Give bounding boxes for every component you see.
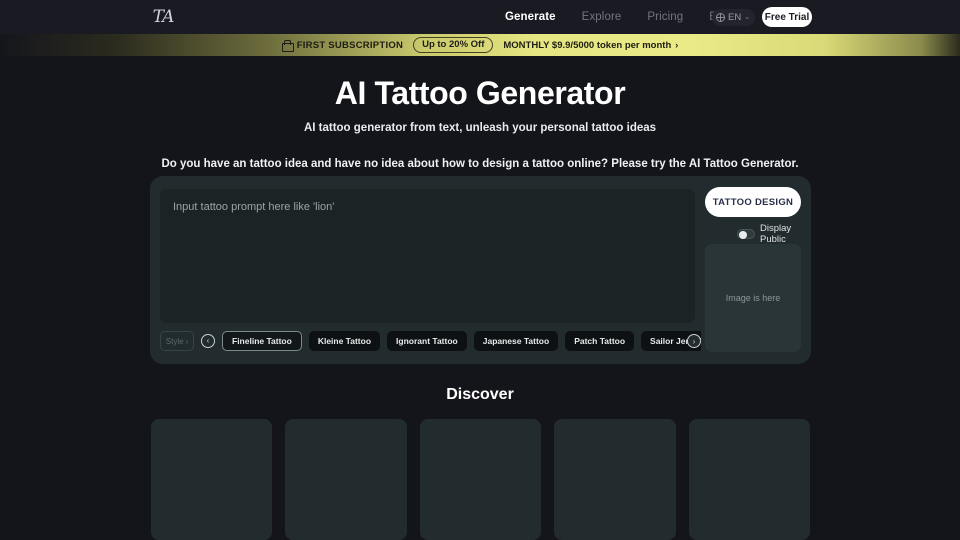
style-chip-kleine[interactable]: Kleine Tattoo — [308, 331, 381, 351]
nav-link-pricing[interactable]: Pricing — [647, 11, 683, 23]
prompt-input[interactable]: Input tattoo prompt here like 'lion' — [160, 189, 695, 323]
promo-banner-label: FIRST SUBSCRIPTION — [296, 39, 404, 51]
display-public-toggle[interactable] — [737, 229, 755, 239]
discover-card[interactable] — [554, 419, 676, 540]
discover-card[interactable] — [285, 419, 407, 540]
free-trial-button[interactable]: Free Trial — [762, 7, 812, 27]
page-title: AI Tattoo Generator — [334, 75, 626, 111]
promo-discount-pill[interactable]: Up to 20% Off — [413, 37, 494, 53]
tattoo-design-button[interactable]: TATTOO DESIGN — [705, 187, 801, 217]
style-chip-track: Fineline Tattoo Kleine Tattoo Ignorant T… — [222, 329, 701, 353]
promo-banner: FIRST SUBSCRIPTION Up to 20% Off MONTHLY… — [0, 34, 960, 56]
prompt-placeholder: Input tattoo prompt here like 'lion' — [173, 201, 335, 213]
image-placeholder-text: Image is here — [725, 293, 781, 303]
style-chip-japanese[interactable]: Japanese Tattoo — [473, 331, 559, 351]
toggle-knob — [739, 231, 747, 239]
discover-card-grid — [151, 419, 811, 540]
style-chip-fineline[interactable]: Fineline Tattoo — [222, 331, 302, 351]
discover-card[interactable] — [688, 419, 811, 540]
style-chips-row: Style › ‹ Fineline Tattoo Kleine Tattoo … — [160, 329, 701, 353]
logo-text: TA — [152, 7, 175, 27]
discover-card[interactable] — [151, 419, 273, 540]
promo-monthly-label: MONTHLY $9.9/5000 token per month — [503, 39, 672, 51]
style-filter-button[interactable]: Style › — [160, 331, 194, 351]
shopping-bag-icon — [281, 40, 294, 52]
site-logo[interactable]: TA — [140, 5, 186, 29]
language-label: EN — [728, 12, 742, 23]
language-selector[interactable]: EN ⌄ — [712, 9, 756, 26]
chevron-right-icon: › — [185, 336, 189, 346]
nav-link-generate[interactable]: Generate — [505, 11, 556, 23]
nav-link-explore[interactable]: Explore — [582, 11, 622, 23]
chips-prev-button[interactable]: ‹ — [201, 334, 215, 348]
globe-icon — [716, 13, 725, 22]
promo-banner-title-group: FIRST SUBSCRIPTION — [281, 39, 404, 52]
hero-section: AI Tattoo Generator AI tattoo generator … — [0, 56, 960, 170]
image-preview-placeholder: Image is here — [705, 244, 801, 352]
nav-links: Generate Explore Pricing Blog — [505, 0, 733, 34]
top-navigation-bar: TA Generate Explore Pricing Blog EN ⌄ Fr… — [0, 0, 960, 34]
display-public-label: Display Public — [760, 223, 792, 245]
chips-next-button[interactable]: › — [687, 334, 701, 348]
style-filter-label: Style — [165, 336, 184, 346]
hero-description: Do you have an tattoo idea and have no i… — [161, 158, 799, 170]
chevron-right-icon: › — [675, 40, 679, 50]
discover-card[interactable] — [419, 419, 542, 540]
generator-panel: Input tattoo prompt here like 'lion' TAT… — [150, 176, 811, 364]
style-chip-patch[interactable]: Patch Tattoo — [565, 331, 635, 351]
style-chip-ignorant[interactable]: Ignorant Tattoo — [387, 331, 467, 351]
discover-heading: Discover — [446, 386, 514, 403]
chevron-down-icon: ⌄ — [744, 14, 751, 21]
hero-subtitle: AI tattoo generator from text, unleash y… — [303, 122, 657, 134]
display-public-row: Display Public — [737, 223, 811, 245]
promo-monthly-link[interactable]: MONTHLY $9.9/5000 token per month › — [503, 40, 678, 51]
